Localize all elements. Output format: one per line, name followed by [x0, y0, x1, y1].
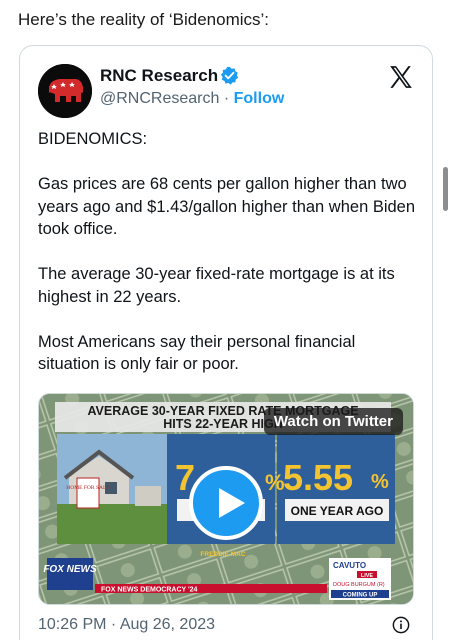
year-ago-rate-percent: % — [371, 471, 389, 493]
ticker-text: FOX NEWS DEMOCRACY '24 — [101, 587, 198, 594]
network-logo: FOX NEWS — [43, 564, 97, 575]
for-sale-sign: HOME FOR SALE — [66, 485, 110, 491]
year-ago-label: ONE YEAR AGO — [291, 504, 384, 518]
play-icon[interactable] — [189, 466, 263, 540]
scrollbar-thumb[interactable] — [443, 167, 448, 211]
info-icon[interactable] — [392, 616, 410, 634]
intro-text: Here’s the reality of ‘Bidenomics’: — [18, 10, 270, 29]
republican-elephant-logo — [38, 64, 92, 118]
source-label: FREDDIE MAC — [200, 551, 245, 558]
tweet-text: BIDENOMICS: Gas prices are 68 cents per … — [38, 130, 416, 373]
embedded-tweet-card[interactable]: RNC Research @RNCResearch · Follow BIDEN… — [19, 45, 433, 640]
author-name[interactable]: RNC Research — [100, 66, 218, 86]
verified-badge-icon — [220, 66, 239, 85]
author-avatar[interactable] — [38, 64, 92, 118]
coming-up-label: COMING UP — [343, 593, 378, 599]
current-rate-percent: % — [265, 470, 285, 495]
author-handle-row: @RNCResearch · Follow — [100, 90, 284, 108]
handle-separator: · — [223, 90, 230, 107]
year-ago-rate: 5.55 — [283, 457, 353, 498]
x-logo-icon[interactable] — [388, 64, 414, 90]
live-badge: LIVE — [361, 573, 374, 579]
guest-name: DOUG BURGUM (R) — [333, 582, 385, 588]
author-handle[interactable]: @RNCResearch — [100, 90, 219, 107]
tweet-timestamp[interactable]: 10:26 PM · Aug 26, 2023 — [38, 616, 215, 634]
follow-button[interactable]: Follow — [234, 90, 285, 107]
show-name: CAVUTO — [333, 561, 366, 570]
watch-on-twitter-button[interactable]: Watch on Twitter — [263, 408, 403, 435]
tweet-video[interactable]: AVERAGE 30-YEAR FIXED RATE MORTGAGE HITS… — [38, 393, 414, 605]
